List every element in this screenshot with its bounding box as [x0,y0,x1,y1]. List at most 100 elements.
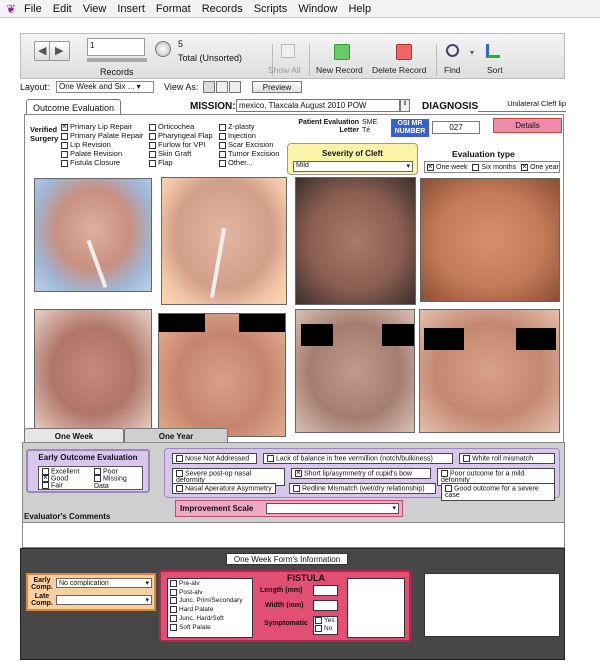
surgery-option[interactable]: Scar Excision [219,140,279,149]
surgery-option[interactable]: Fistula Closure [61,158,143,167]
checkbox[interactable] [315,617,322,624]
checkbox-checked[interactable] [427,162,434,172]
observation-option[interactable]: Nasal Aperature Asymmetry [172,483,276,495]
severity-select[interactable]: Mild ▾ [293,161,413,172]
checkbox[interactable] [149,141,156,149]
surgery-option[interactable]: Flap [149,158,213,167]
menu-records[interactable]: Records [202,3,243,15]
delete-record-icon[interactable] [396,44,412,60]
checkbox[interactable] [176,485,183,492]
menu-window[interactable]: Window [298,3,337,15]
checkbox[interactable] [170,606,177,614]
menu-scripts[interactable]: Scripts [254,3,288,15]
find-button[interactable]: Find [444,65,461,75]
checkbox-checked[interactable] [295,468,302,478]
fistula-location-option[interactable]: Soft Palate [170,623,250,633]
surgery-option[interactable]: Furlow for VPI [149,140,213,149]
checkbox[interactable] [94,468,101,475]
menu-help[interactable]: Help [348,3,371,15]
checkbox[interactable] [149,132,156,140]
mission-field[interactable]: mexico, Tlaxcala August 2010 POW [236,99,400,112]
surgery-option[interactable]: Primary Palate Repair [61,131,143,140]
checkbox[interactable] [61,150,68,158]
menu-edit[interactable]: Edit [53,3,72,15]
observation-option[interactable]: White roll mismatch [459,453,555,465]
checkbox[interactable] [170,623,177,631]
surgery-option[interactable]: Lip Revision [61,140,143,149]
show-all-button[interactable]: Show All [268,65,301,75]
checkbox[interactable] [472,163,480,171]
view-form-icon[interactable] [203,81,215,93]
fistula-location-option[interactable]: Post-alv [170,588,250,598]
new-record-icon[interactable] [334,44,350,60]
surgery-option[interactable]: Pharyngeal Flap [149,131,213,140]
checkbox[interactable] [219,150,226,158]
fistula-location-option[interactable]: Hard Palate [170,606,250,615]
checkbox[interactable] [219,141,226,149]
view-list-icon[interactable] [216,81,228,93]
checkbox[interactable] [42,482,49,489]
width-field[interactable] [313,600,338,611]
menu-file[interactable]: File [24,3,42,15]
length-field[interactable] [313,585,338,596]
checkbox[interactable] [94,475,101,482]
checkbox[interactable] [219,132,226,140]
observation-option[interactable]: Redline Mismatch (wet/dry relationship) [289,483,436,495]
checkbox[interactable] [219,159,226,167]
checkbox[interactable] [463,455,470,462]
checkbox-checked[interactable] [61,122,68,132]
checkbox[interactable] [445,485,452,492]
outcome-option[interactable]: Fair [42,482,63,490]
checkbox[interactable] [267,455,274,462]
late-comp-select[interactable]: ▾ [56,595,152,605]
symptomatic-yes[interactable]: Yes [315,617,337,625]
symptomatic-no[interactable]: No [315,625,337,633]
checkbox[interactable] [170,580,177,587]
mission-stepper-icon[interactable]: ⇕ [400,99,410,112]
checkbox[interactable] [219,123,226,131]
checkbox[interactable] [176,470,183,477]
eval-type-option[interactable]: One week [427,162,468,172]
eval-type-option[interactable]: One year [521,162,559,172]
fistula-location-option[interactable]: Pre-alv [170,580,250,589]
checkbox[interactable] [293,485,300,492]
checkbox[interactable] [149,150,156,158]
checkbox[interactable] [170,588,177,596]
new-record-button[interactable]: New Record [316,65,363,75]
checkbox[interactable] [61,159,68,167]
checkbox[interactable] [441,470,448,477]
prev-record-icon[interactable]: ◀ [38,44,46,57]
evaluator-comments-field[interactable] [22,522,565,548]
checkbox-checked[interactable] [42,473,49,483]
search-icon[interactable] [446,44,459,57]
surgery-option[interactable]: Other... [219,158,279,167]
observation-option[interactable]: Good outcome for a severe case [441,483,555,502]
surgery-option[interactable]: Injection [219,131,279,140]
next-record-icon[interactable]: ▶ [55,44,63,57]
menu-view[interactable]: View [83,3,107,15]
surgery-option[interactable]: Skin Graft [149,149,213,158]
patient-evaluation-value[interactable]: SME Té [362,119,386,135]
checkbox-checked[interactable] [521,162,529,172]
find-dropdown-icon[interactable]: ▾ [470,48,474,57]
surgery-option[interactable]: Primary Lip Repair [61,122,143,132]
preview-button[interactable]: Preview [252,81,302,93]
one-week-notes-field[interactable] [424,573,560,637]
layout-select[interactable]: One Week and Six ... ▾ [56,81,154,93]
sort-button[interactable]: Sort [487,65,503,75]
fistula-location-option[interactable]: Junc. Hard/Soft [170,614,250,624]
checkbox[interactable] [149,123,156,131]
details-button[interactable]: Details [493,118,562,133]
eval-type-option[interactable]: Six months [472,163,516,171]
fistula-location-option[interactable]: Junc. Prim/Secondary [170,597,250,606]
early-comp-select[interactable]: No complication ▾ [56,578,152,588]
outcome-option[interactable]: Missing Data [94,475,142,491]
checkbox[interactable] [61,141,68,149]
observation-option[interactable]: Short lip/asymmetry of cupid's bow [291,468,431,480]
improvement-scale-select[interactable]: ▾ [266,503,399,514]
observation-option[interactable]: Nose Not Addressed [172,453,257,465]
view-table-icon[interactable] [229,81,241,93]
delete-record-button[interactable]: Delete Record [372,65,426,75]
checkbox[interactable] [176,455,183,462]
app-logo-icon[interactable]: ❦ [6,2,18,16]
